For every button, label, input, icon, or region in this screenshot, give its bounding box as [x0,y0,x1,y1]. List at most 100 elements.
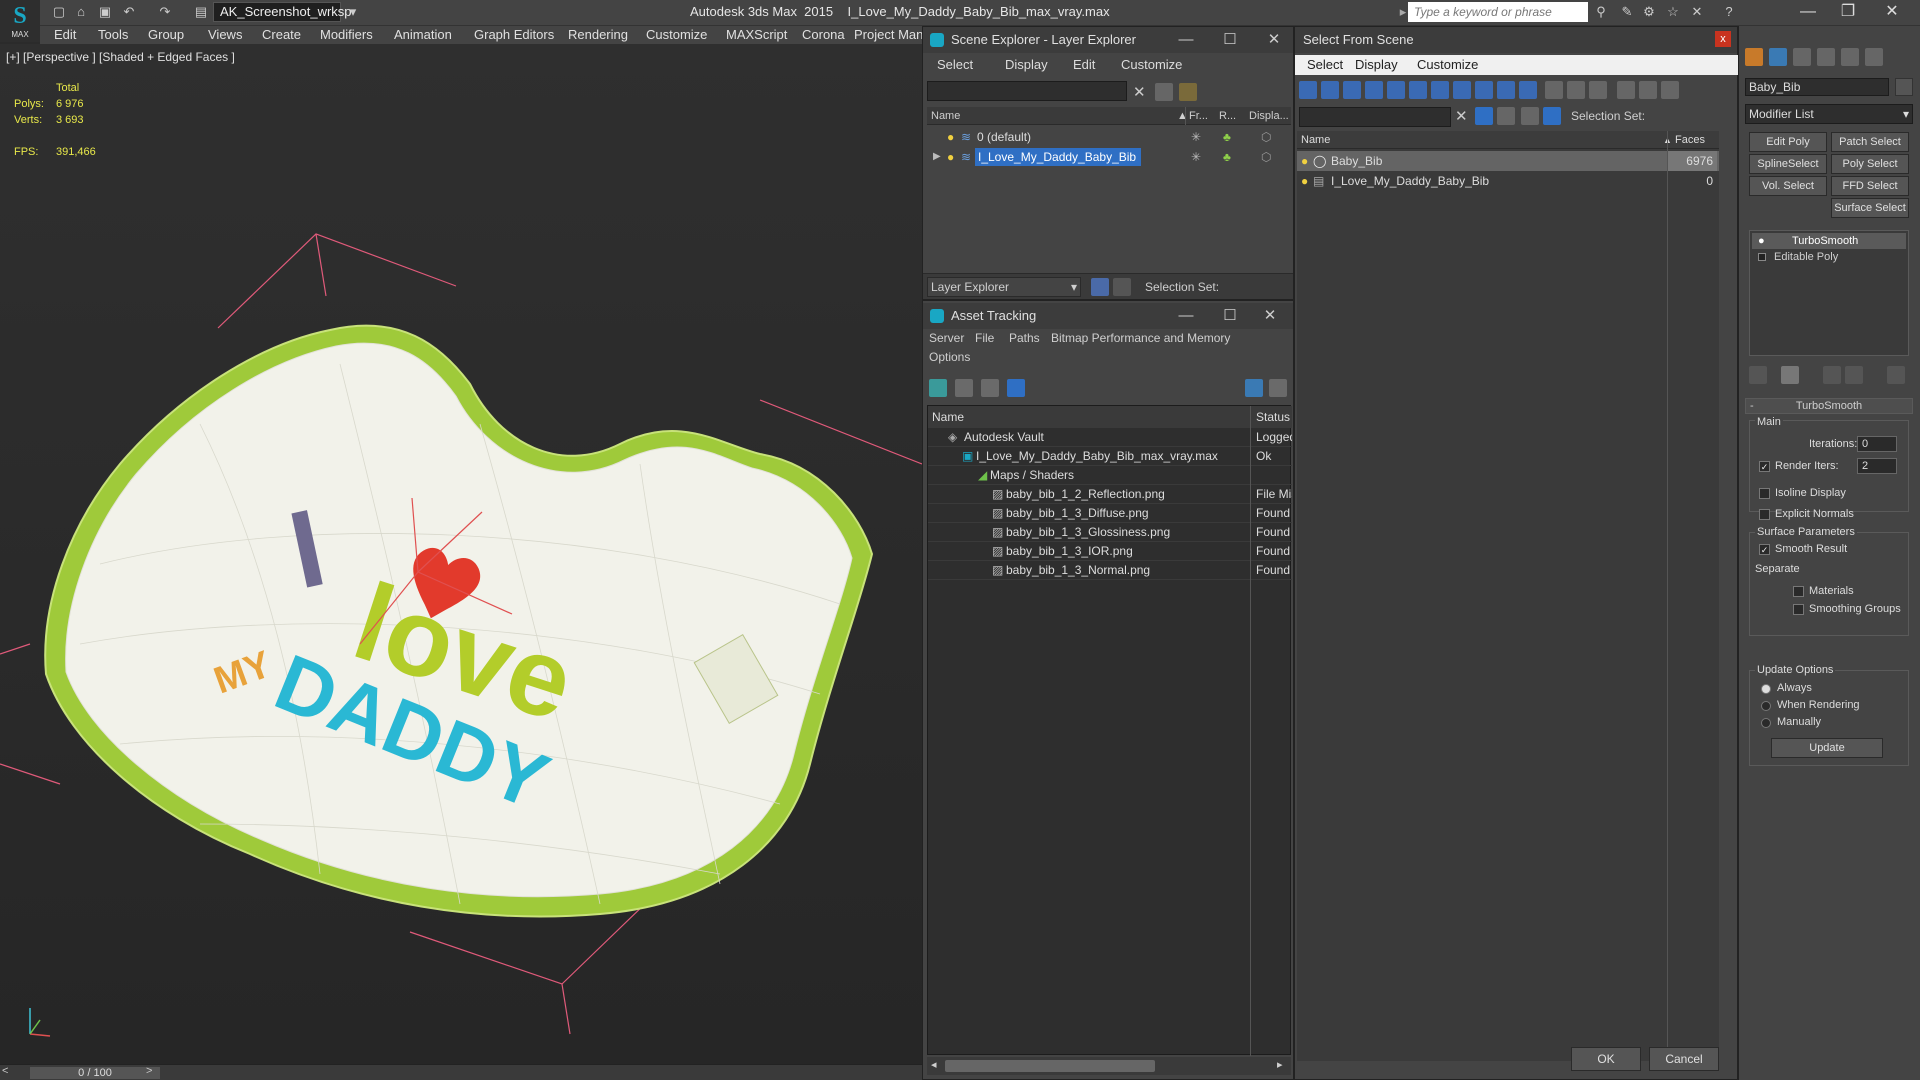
filter-selected-icon[interactable] [1475,107,1493,125]
layer-mode-icon[interactable] [1091,278,1109,296]
menu-graph-editors[interactable]: Graph Editors [474,26,554,44]
layer-sort-icon[interactable] [1521,107,1539,125]
binoculars-icon[interactable]: ⚲ [1592,3,1610,21]
sfs-col-name[interactable]: Name [1301,131,1330,149]
asset-row[interactable]: ▨ baby_bib_1_3_Glossiness.png Found [928,523,1292,542]
filter-geometry-icon[interactable] [1299,81,1317,99]
menu-rendering[interactable]: Rendering [568,26,628,44]
app-logo[interactable]: S MAX [0,0,40,42]
close-icon[interactable]: ✕ [1253,27,1295,53]
tools-icon[interactable]: ✎ [1618,3,1636,21]
workspace-dropdown[interactable]: AK_Screenshot_wrksp ▾ [213,2,352,37]
maximize-icon[interactable]: ☐ [1209,303,1251,329]
se-col-render[interactable]: R... [1219,107,1236,125]
se-col-display[interactable]: Displa... [1249,107,1289,125]
smooth-result-checkbox[interactable]: ✓ [1759,544,1770,555]
display-children-icon[interactable] [1497,107,1515,125]
always-radio[interactable] [1761,684,1771,694]
sort-arrow-icon[interactable]: ▲ [1177,107,1188,125]
make-unique-icon[interactable] [1823,366,1841,384]
menu-maxscript[interactable]: MAXScript [726,26,787,44]
pin-stack-icon[interactable] [1749,366,1767,384]
time-prev-button[interactable]: < [2,1065,8,1077]
lightbulb-icon[interactable]: ● [947,127,954,147]
expand-box-icon[interactable] [1758,253,1766,261]
layer-add-icon[interactable] [1179,83,1197,101]
scene-explorer-titlebar[interactable]: Scene Explorer - Layer Explorer — ☐ ✕ [923,27,1293,53]
restore-icon[interactable]: ❐ [1828,0,1868,24]
hierarchy-tab-icon[interactable] [1793,48,1811,66]
surface-select-button[interactable]: Surface Select [1831,198,1909,218]
asset-row[interactable]: ▨ baby_bib_1_3_IOR.png Found [928,542,1292,561]
asset-row[interactable]: ◢ Maps / Shaders [928,466,1292,485]
lightbulb-icon[interactable]: ● [1301,151,1308,171]
sfs-search-input[interactable] [1299,107,1451,127]
object-row-layer[interactable]: ● ▤ I_Love_My_Daddy_Baby_Bib 0 [1297,171,1719,191]
asset-row[interactable]: ◈ Autodesk Vault Logged [928,428,1292,447]
time-next-button[interactable]: > [146,1065,152,1077]
menu-group[interactable]: Group [148,26,184,44]
horizontal-scrollbar[interactable]: ◂ ▸ [927,1057,1291,1075]
sfs-menu-display[interactable]: Display [1355,55,1398,75]
se-menu-customize[interactable]: Customize [1121,55,1182,75]
menu-tools[interactable]: Tools [98,26,128,44]
menu-modifiers[interactable]: Modifiers [320,26,373,44]
favorites-star-icon[interactable]: ☆ [1664,3,1682,21]
menu-customize[interactable]: Customize [646,26,707,44]
help-icon[interactable] [1245,379,1263,397]
render-teapot-icon[interactable]: ♣ [1223,147,1231,167]
layer-row-default[interactable]: ● ≋ 0 (default) ✳ ♣ ⬡ [927,127,1291,147]
turbosmooth-rollout-header[interactable]: - TurboSmooth [1745,398,1913,414]
cancel-button[interactable]: Cancel [1649,1047,1719,1071]
at-menu-paths[interactable]: Paths [1009,331,1040,345]
signin-icon[interactable]: ⚙ [1640,3,1658,21]
filter-lights-icon[interactable] [1343,81,1361,99]
maximize-icon[interactable]: ☐ [1209,27,1251,53]
asset-row[interactable]: ▨ baby_bib_1_2_Reflection.png File Mis [928,485,1292,504]
hierarchy-mode-icon[interactable] [1113,278,1131,296]
create-tab-icon[interactable] [1745,48,1763,66]
remove-modifier-icon[interactable] [1845,366,1863,384]
patch-select-button[interactable]: Patch Select [1831,132,1909,152]
freeze-snowflake-icon[interactable]: ✳ [1191,147,1201,167]
utilities-tab-icon[interactable] [1865,48,1883,66]
time-slider[interactable]: 0 / 100 [30,1067,160,1079]
se-col-name[interactable]: Name [931,107,960,125]
lightbulb-icon[interactable]: ● [1301,171,1308,191]
close-icon[interactable]: x [1715,31,1731,47]
vol-select-button[interactable]: Vol. Select [1749,176,1827,196]
display-tab-icon[interactable] [1841,48,1859,66]
minimize-icon[interactable]: — [1165,27,1207,53]
at-menu-options[interactable]: Options [929,350,970,364]
filter-xrefs-icon[interactable] [1453,81,1471,99]
layer-explorer-dropdown[interactable]: Layer Explorer ▾ [927,277,1081,297]
configure-sets-icon[interactable] [1887,366,1905,384]
filter-containers-icon[interactable] [1497,81,1515,99]
filter-funnel-icon[interactable] [1617,81,1635,99]
se-menu-display[interactable]: Display [1005,55,1048,75]
menu-edit[interactable]: Edit [54,26,76,44]
materials-checkbox[interactable] [1793,586,1804,597]
menu-views[interactable]: Views [208,26,242,44]
redo-icon[interactable]: ↷ [156,3,174,21]
modifier-list-dropdown[interactable]: Modifier List ▾ [1745,104,1913,124]
filter-shapes-icon[interactable] [1321,81,1339,99]
explicit-normals-checkbox[interactable] [1759,509,1770,520]
render-iters-checkbox[interactable]: ✓ [1759,461,1770,472]
asset-row[interactable]: ▣ I_Love_My_Daddy_Baby_Bib_max_vray.max … [928,447,1292,466]
refresh-icon[interactable] [929,379,947,397]
open-file-icon[interactable]: ⌂ [72,3,90,21]
filter-groups-icon[interactable] [1431,81,1449,99]
se-menu-edit[interactable]: Edit [1073,55,1095,75]
show-end-result-icon[interactable] [1781,366,1799,384]
filter-frozen-icon[interactable] [1519,81,1537,99]
layer-row-bib[interactable]: ▶ ● ≋ I_Love_My_Daddy_Baby_Bib ✳ ♣ ⬡ [927,147,1291,167]
menu-create[interactable]: Create [262,26,301,44]
filter-cameras-icon[interactable] [1365,81,1383,99]
select-from-scene-titlebar[interactable]: Select From Scene x [1295,27,1737,53]
stack-item-editable-poly[interactable]: Editable Poly [1752,249,1906,265]
collapse-icon[interactable] [1661,81,1679,99]
sfs-menu-select[interactable]: Select [1307,55,1343,75]
modify-tab-icon[interactable] [1769,48,1787,66]
close-icon[interactable]: ✕ [1872,0,1912,24]
